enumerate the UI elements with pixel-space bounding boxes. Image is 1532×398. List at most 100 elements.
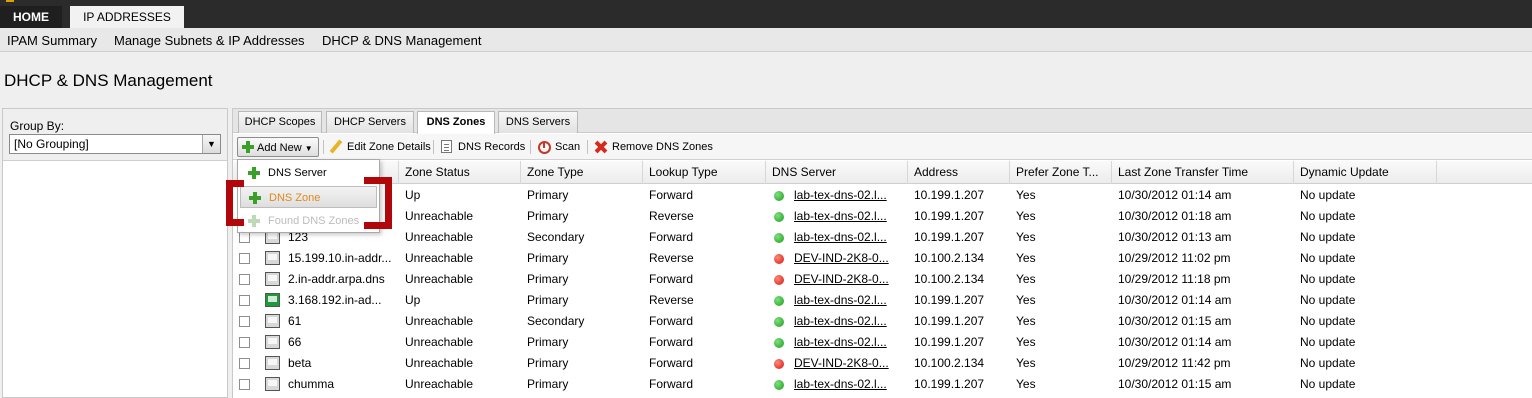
cell-lookup: Forward [649,356,694,370]
chevron-down-icon[interactable]: ▼ [202,135,220,153]
cell-lookup: Forward [649,377,694,391]
cell-status: Unreachable [405,314,474,328]
cell-dyn: No update [1300,251,1356,265]
dns-server-link[interactable]: lab-tex-dns-02.l... [794,206,887,227]
zone-name[interactable]: 66 [288,332,396,353]
tab-dhcp-servers[interactable]: DHCP Servers [326,111,414,133]
menu-item-dns-server[interactable]: DNS Server [240,162,377,184]
cell-last: 10/30/2012 01:14 am [1118,293,1232,307]
group-by-select[interactable]: [No Grouping] ▼ [9,134,221,154]
zone-name[interactable]: 15.199.10.in-addr... [288,248,396,269]
scan-button[interactable]: Scan [538,137,580,157]
cell-type: Primary [527,293,569,307]
brand-mark [6,0,14,2]
table-row[interactable]: 66 lab-tex-dns-02.l... Unreachable Primary F… [233,332,1417,353]
tab-ip-addresses[interactable]: IP ADDRESSES [70,6,184,28]
cell-prefer: Yes [1016,230,1036,244]
cell-lookup: Reverse [649,293,694,307]
dns-zone-icon [265,377,280,391]
row-checkbox[interactable] [239,316,250,327]
zone-name[interactable]: 61 [288,311,396,332]
cell-address: 10.199.1.207 [914,377,985,391]
table-row[interactable]: chumma lab-tex-dns-02.l... Unreachable Prim… [233,374,1417,395]
table-row[interactable]: 15.199.10.in-addr... DEV-IND-2K8-0... Unre… [233,248,1417,269]
tab-home[interactable]: HOME [0,6,62,28]
row-checkbox[interactable] [239,379,250,390]
menu-item-label: DNS Zone [269,192,321,204]
cell-status: Unreachable [405,209,474,223]
menu-item-label: DNS Server [268,167,327,179]
cell-type: Secondary [527,230,585,244]
row-checkbox[interactable] [239,358,250,369]
row-checkbox[interactable] [239,295,250,306]
status-dot-icon [774,275,784,285]
table-row[interactable]: 2.in-addr.arpa.dns DEV-IND-2K8-0... Unreac… [233,269,1417,290]
dns-server-link[interactable]: DEV-IND-2K8-0... [794,353,889,374]
zone-name[interactable]: 2.in-addr.arpa.dns [288,269,396,290]
zones-panel: DHCP Scopes DHCP Servers DNS Zones DNS S… [232,108,1532,398]
group-by-label: Group By: [10,119,65,133]
table-row[interactable]: 123 lab-tex-dns-02.l... Unreachable Seconda… [233,227,1417,248]
zone-name[interactable]: 3.168.192.in-ad... [288,290,396,311]
table-row[interactable]: 3.168.192.in-ad... lab-tex-dns-02.l... Up P… [233,290,1417,311]
annotation-bracket-right [364,177,392,229]
page-title: DHCP & DNS Management [4,71,213,90]
annotation-bracket-left [226,180,244,226]
dns-server-link[interactable]: lab-tex-dns-02.l... [794,227,887,248]
cell-lookup: Forward [649,335,694,349]
cell-dyn: No update [1300,377,1356,391]
cell-lookup: Reverse [649,209,694,223]
column-header-prefer-zone[interactable]: Prefer Zone T... [1010,161,1112,184]
row-checkbox[interactable] [239,274,250,285]
table-row[interactable]: lab-tex-dns-02.l... Up Primary Forward 10.19… [233,185,1417,206]
zone-name[interactable]: chumma [288,374,396,395]
tab-dns-zones[interactable]: DNS Zones [417,111,495,134]
dns-server-link[interactable]: lab-tex-dns-02.l... [794,374,887,395]
dns-server-link[interactable]: lab-tex-dns-02.l... [794,290,887,311]
dns-records-button[interactable]: DNS Records [441,137,525,157]
cell-dyn: No update [1300,356,1356,370]
cell-lookup: Forward [649,272,694,286]
dns-server-link[interactable]: lab-tex-dns-02.l... [794,185,887,206]
zone-name[interactable]: beta [288,353,396,374]
add-new-button[interactable]: Add New ▼ [237,137,319,157]
remove-zones-button[interactable]: Remove DNS Zones [594,137,713,157]
column-header-dynamic-update[interactable]: Dynamic Update [1294,161,1437,184]
row-checkbox[interactable] [239,253,250,264]
plus-icon [241,140,255,154]
cell-address: 10.199.1.207 [914,314,985,328]
row-checkbox[interactable] [239,337,250,348]
dns-server-link[interactable]: lab-tex-dns-02.l... [794,332,887,353]
table-row[interactable]: beta DEV-IND-2K8-0... Unreachable Primary Fo… [233,353,1417,374]
tab-dns-servers[interactable]: DNS Servers [498,111,578,133]
grid-header: Zone Status Zone Type Lookup Type DNS Se… [233,161,1532,184]
edit-zone-button[interactable]: Edit Zone Details [329,137,431,157]
column-header-lookup-type[interactable]: Lookup Type [643,161,766,184]
dns-server-link[interactable]: lab-tex-dns-02.l... [794,311,887,332]
column-header-last-transfer[interactable]: Last Zone Transfer Time [1112,161,1294,184]
cell-status: Up [405,293,421,307]
tab-dhcp-scopes[interactable]: DHCP Scopes [238,111,322,133]
dns-server-link[interactable]: DEV-IND-2K8-0... [794,248,889,269]
cell-last: 10/30/2012 01:14 am [1118,188,1232,202]
column-header-dns-server[interactable]: DNS Server [766,161,908,184]
cell-status: Up [405,188,421,202]
status-dot-icon [774,359,784,369]
cell-lookup: Forward [649,314,694,328]
cell-last: 10/30/2012 01:14 am [1118,335,1232,349]
cell-type: Primary [527,272,569,286]
table-row[interactable]: lab-tex-dns-02.l... Unreachable Primary Rev… [233,206,1417,227]
plus-icon [248,191,262,205]
column-header-zone-status[interactable]: Zone Status [399,161,521,184]
nav-dhcp-dns[interactable]: DHCP & DNS Management [322,33,481,48]
cell-dyn: No update [1300,335,1356,349]
nav-ipam-summary[interactable]: IPAM Summary [7,33,97,48]
table-row[interactable]: 61 lab-tex-dns-02.l... Unreachable Secondar… [233,311,1417,332]
nav-manage-subnets[interactable]: Manage Subnets & IP Addresses [114,33,305,48]
menu-item-dns-zone[interactable]: DNS Zone [240,186,377,208]
column-header-zone-type[interactable]: Zone Type [521,161,643,184]
dns-server-cell: DEV-IND-2K8-0... [766,269,908,290]
column-header-address[interactable]: Address [908,161,1010,184]
dns-server-link[interactable]: DEV-IND-2K8-0... [794,269,889,290]
row-checkbox[interactable] [239,232,250,243]
